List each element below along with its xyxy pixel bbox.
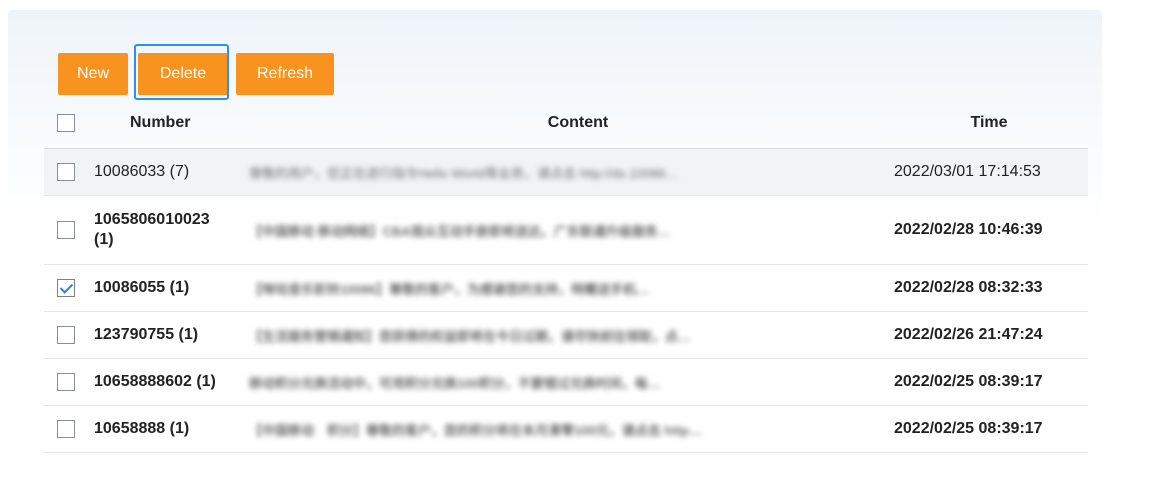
row-content: 【咪咕音乐彩铃10086】尊敬的客户，为感谢您的支持，特赠送手机… <box>249 281 650 297</box>
row-number: 10658888 (1) <box>94 420 190 437</box>
row-time: 2022/02/25 08:39:17 <box>894 373 1043 390</box>
row-number: 10086055 (1) <box>94 279 190 296</box>
row-checkbox[interactable] <box>57 163 75 181</box>
row-time: 2022/02/25 08:39:17 <box>894 420 1043 437</box>
row-time: 2022/03/01 17:14:53 <box>894 163 1041 180</box>
table-row[interactable]: 10086033 (7) 尊敬的用户，您正在进行指令Hello World等业务… <box>44 149 1088 196</box>
row-number: 10086033 (7) <box>94 163 190 180</box>
select-all-checkbox[interactable] <box>57 114 75 132</box>
table-row[interactable]: 10658888602 (1) 移动积分兑换活动中，可用积分兑换100积分，不要… <box>44 359 1088 406</box>
column-header-time: Time <box>970 114 1008 131</box>
row-content: 移动积分兑换活动中，可用积分兑换100积分，不要错过兑换时间，每… <box>249 375 661 391</box>
row-content: 尊敬的用户，您正在进行指令Hello World等业务，请点击 http://d… <box>249 165 679 181</box>
table-row[interactable]: 123790755 (1) 【生活服务营销通知】您获得的权益即将在今日过期，请尽… <box>44 312 1088 359</box>
row-checkbox[interactable] <box>57 420 75 438</box>
row-checkbox-checked[interactable] <box>57 279 75 297</box>
column-header-number: Number <box>130 114 191 131</box>
row-time: 2022/02/28 08:32:33 <box>894 279 1043 296</box>
message-table: Number Content Time 10086033 (7) 尊敬的用户，您… <box>44 98 1088 453</box>
row-content: 【中国移动 移动网络】CBA观众互动手册即将送达，广东联通升级服务… <box>249 223 671 239</box>
row-checkbox[interactable] <box>57 373 75 391</box>
row-content: 【中国移动 积分】尊敬的客户，您的积分将在本月清零100元，请点击 http… <box>249 422 702 438</box>
row-number: 10658888602 (1) <box>94 373 216 390</box>
row-checkbox[interactable] <box>57 326 75 344</box>
row-number: 1065806010023 (1) <box>94 211 210 248</box>
row-content: 【生活服务营销通知】您获得的权益即将在今日过期，请尽快前往领取，点… <box>249 328 692 344</box>
new-button[interactable]: New <box>58 53 128 95</box>
row-time: 2022/02/26 21:47:24 <box>894 326 1043 343</box>
row-checkbox[interactable] <box>57 221 75 239</box>
table-row[interactable]: 10658888 (1) 【中国移动 积分】尊敬的客户，您的积分将在本月清零10… <box>44 406 1088 453</box>
table-header: Number Content Time <box>44 98 1088 149</box>
delete-button[interactable]: Delete <box>138 53 228 95</box>
table-row[interactable]: 10086055 (1) 【咪咕音乐彩铃10086】尊敬的客户，为感谢您的支持，… <box>44 265 1088 312</box>
column-header-content: Content <box>547 114 609 131</box>
table-row[interactable]: 1065806010023 (1) 【中国移动 移动网络】CBA观众互动手册即将… <box>44 196 1088 265</box>
refresh-button[interactable]: Refresh <box>236 53 334 95</box>
row-time: 2022/02/28 10:46:39 <box>894 221 1043 238</box>
row-number: 123790755 (1) <box>94 326 199 343</box>
